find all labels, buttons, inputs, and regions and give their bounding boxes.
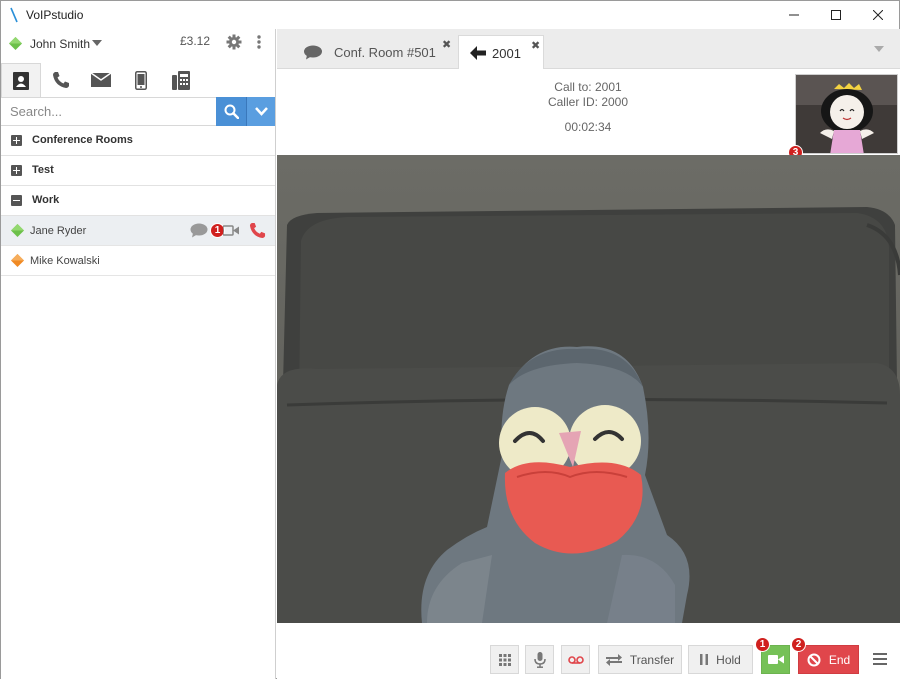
group-conference-rooms[interactable]: Conference Rooms bbox=[1, 126, 275, 156]
more-options-icon[interactable] bbox=[256, 34, 262, 50]
group-label: Test bbox=[32, 164, 54, 176]
expand-icon[interactable] bbox=[11, 135, 22, 146]
video-camera-icon[interactable] bbox=[223, 225, 239, 236]
record-button[interactable] bbox=[561, 645, 590, 674]
conversation-tabs: Conf. Room #501 ✖ 2001 ✖ bbox=[277, 29, 900, 69]
envelope-icon bbox=[91, 73, 111, 87]
contact-name: Mike Kowalski bbox=[30, 255, 100, 267]
transfer-arrows-icon bbox=[605, 653, 622, 666]
group-work[interactable]: Work bbox=[1, 186, 275, 216]
pause-icon bbox=[700, 654, 709, 665]
window-title: VoIPstudio bbox=[26, 8, 84, 22]
contacts-panel: John Smith £3.12 Search... Conference Ro… bbox=[1, 29, 276, 679]
account-balance: £3.12 bbox=[180, 34, 211, 48]
gear-icon[interactable] bbox=[226, 34, 242, 50]
user-bar: John Smith £3.12 bbox=[1, 29, 275, 57]
tab-fax[interactable] bbox=[161, 63, 201, 97]
tab-conference-room[interactable]: Conf. Room #501 ✖ bbox=[291, 35, 455, 69]
close-tab-icon[interactable]: ✖ bbox=[442, 38, 451, 51]
group-label: Conference Rooms bbox=[32, 134, 133, 146]
remote-video-image bbox=[277, 155, 900, 623]
search-options-button[interactable] bbox=[246, 97, 275, 126]
call-to: Call to: 2001 bbox=[554, 80, 622, 94]
hold-label: Hold bbox=[716, 652, 741, 667]
fax-icon bbox=[172, 70, 190, 90]
app-window: VoIPstudio John Smith £3.12 Search... Co… bbox=[0, 0, 900, 679]
tab-calls[interactable] bbox=[41, 63, 81, 97]
no-entry-icon bbox=[807, 653, 821, 666]
tabs-menu-caret-icon[interactable] bbox=[874, 46, 884, 52]
title-bar: VoIPstudio bbox=[1, 1, 899, 29]
contacts-icon bbox=[13, 71, 29, 90]
search-input[interactable] bbox=[1, 98, 216, 125]
chevron-down-icon[interactable] bbox=[92, 40, 102, 46]
chat-icon bbox=[304, 45, 322, 60]
search-button[interactable] bbox=[216, 97, 246, 126]
close-icon bbox=[873, 10, 883, 20]
dialpad-button[interactable] bbox=[490, 645, 519, 674]
nav-tabs bbox=[1, 63, 275, 97]
close-button[interactable] bbox=[858, 1, 898, 29]
minimize-button[interactable] bbox=[774, 1, 814, 29]
annotation-badge: 1 bbox=[755, 637, 770, 652]
collapse-icon[interactable] bbox=[11, 195, 22, 206]
tab-messages[interactable] bbox=[81, 63, 121, 97]
tab-label: 2001 bbox=[492, 46, 521, 61]
contact-groups: Conference Rooms Test Work Jane Ryder 1 … bbox=[1, 126, 275, 276]
arrow-left-icon bbox=[470, 46, 486, 60]
dialpad-icon bbox=[498, 653, 511, 666]
online-status-icon[interactable] bbox=[9, 37, 22, 50]
phone-icon bbox=[53, 72, 69, 88]
annotation-badge: 2 bbox=[791, 637, 806, 652]
phone-icon[interactable] bbox=[249, 222, 266, 239]
hamburger-menu-icon[interactable] bbox=[873, 653, 887, 665]
hold-button[interactable]: Hold bbox=[688, 645, 753, 674]
call-duration: 00:02:34 bbox=[564, 120, 612, 134]
tab-label: Conf. Room #501 bbox=[334, 45, 436, 60]
end-label: End bbox=[828, 652, 851, 667]
contact-row[interactable]: Mike Kowalski bbox=[1, 246, 275, 276]
video-camera-icon bbox=[767, 655, 784, 664]
call-panel: Conf. Room #501 ✖ 2001 ✖ Call to: 2001 C… bbox=[277, 29, 900, 679]
chevron-down-icon bbox=[254, 107, 268, 116]
minimize-icon bbox=[789, 14, 799, 16]
tab-mobile[interactable] bbox=[121, 63, 161, 97]
caller-id: Caller ID: 2000 bbox=[547, 95, 629, 109]
self-view-video bbox=[795, 74, 898, 154]
maximize-button[interactable] bbox=[816, 1, 856, 29]
transfer-button[interactable]: Transfer bbox=[598, 645, 682, 674]
transfer-label: Transfer bbox=[629, 652, 675, 667]
mobile-icon bbox=[135, 70, 147, 90]
away-status-icon bbox=[11, 254, 24, 267]
self-view-image bbox=[796, 75, 897, 153]
group-test[interactable]: Test bbox=[1, 156, 275, 186]
maximize-icon bbox=[831, 10, 841, 20]
call-controls: Transfer Hold 1 End 2 bbox=[277, 623, 900, 679]
close-tab-icon[interactable]: ✖ bbox=[531, 39, 540, 52]
group-label: Work bbox=[32, 194, 60, 206]
contact-name: Jane Ryder bbox=[30, 225, 87, 237]
user-name[interactable]: John Smith bbox=[30, 37, 90, 51]
chat-icon[interactable] bbox=[190, 223, 208, 238]
app-logo-icon bbox=[10, 7, 18, 23]
end-call-button[interactable]: End bbox=[798, 645, 859, 674]
contact-row[interactable]: Jane Ryder 1 bbox=[1, 216, 275, 246]
tab-contacts[interactable] bbox=[1, 63, 41, 97]
search-icon bbox=[224, 104, 239, 119]
search-bar bbox=[1, 97, 275, 126]
tab-call-2001[interactable]: 2001 ✖ bbox=[458, 35, 544, 69]
voicemail-icon bbox=[567, 655, 584, 664]
mute-button[interactable] bbox=[525, 645, 554, 674]
expand-icon[interactable] bbox=[11, 165, 22, 176]
microphone-icon bbox=[533, 651, 546, 668]
online-status-icon bbox=[11, 224, 24, 237]
remote-video bbox=[277, 155, 900, 623]
